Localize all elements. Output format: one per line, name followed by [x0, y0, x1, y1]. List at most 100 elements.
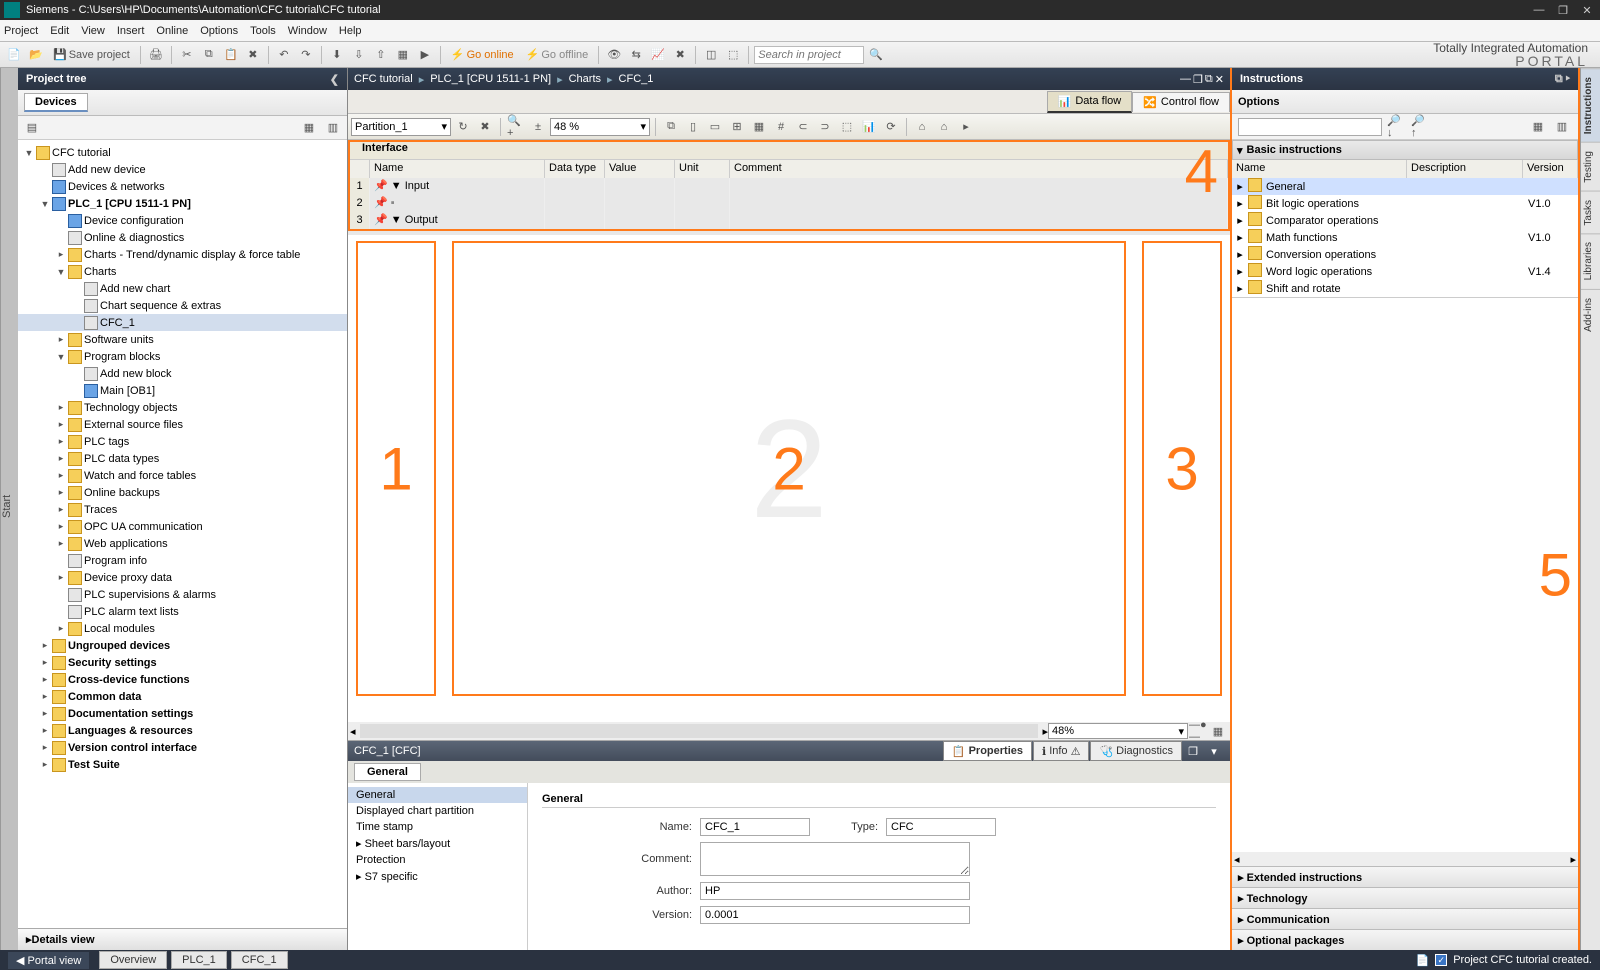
tab-general[interactable]: General	[354, 763, 421, 781]
menu-options[interactable]: Options	[200, 25, 238, 37]
tree-item[interactable]: Online & diagnostics	[18, 229, 347, 246]
accordion-communication[interactable]: ▸ Communication	[1232, 908, 1578, 929]
tree-item[interactable]: ▸ Traces	[18, 501, 347, 518]
compare-icon[interactable]: ⇆	[626, 45, 646, 65]
upload-icon[interactable]: ⇧	[371, 45, 391, 65]
menu-online[interactable]: Online	[156, 25, 188, 37]
monitor-icon[interactable]: 👁	[604, 45, 624, 65]
tree-mode1-icon[interactable]: ▦	[299, 118, 319, 138]
tb-icon[interactable]: ⧉	[661, 117, 681, 137]
tree-item[interactable]: ▼ Program blocks	[18, 348, 347, 365]
zoom-footer-combo[interactable]: 48%▾	[1048, 723, 1188, 739]
bottom-tab[interactable]: CFC_1	[231, 951, 288, 969]
accordion-optional-packages[interactable]: ▸ Optional packages	[1232, 929, 1578, 950]
tree-item[interactable]: ▸ Languages & resources	[18, 722, 347, 739]
instruction-item[interactable]: ▸Word logic operationsV1.4	[1232, 263, 1578, 280]
tree-item[interactable]: ▸ PLC data types	[18, 450, 347, 467]
input-type[interactable]	[886, 818, 996, 836]
instructions-list[interactable]: ▸General▸Bit logic operationsV1.0▸Compar…	[1232, 178, 1578, 298]
tb-icon[interactable]: ⟳	[881, 117, 901, 137]
tree-item[interactable]: Devices & networks	[18, 178, 347, 195]
editor-unpin-icon[interactable]: ⧉	[1205, 73, 1213, 86]
bottom-tab[interactable]: PLC_1	[171, 951, 227, 969]
menu-window[interactable]: Window	[288, 25, 327, 37]
right-sheet-bar[interactable]: 3	[1142, 241, 1222, 696]
input-name[interactable]	[700, 818, 810, 836]
inspector-nav[interactable]: GeneralDisplayed chart partitionTime sta…	[348, 783, 528, 950]
refresh-icon[interactable]: ↻	[453, 117, 473, 137]
nav-item[interactable]: General	[348, 787, 527, 803]
filter-input[interactable]	[1238, 118, 1382, 136]
tree-item[interactable]: ▼ Charts	[18, 263, 347, 280]
search-down-icon[interactable]: 🔎↓	[1386, 117, 1406, 137]
tree-item[interactable]: Add new block	[18, 365, 347, 382]
tree-item[interactable]: Chart sequence & extras	[18, 297, 347, 314]
tree-item[interactable]: Program info	[18, 552, 347, 569]
interface-row[interactable]: 3📌 ▼ Output	[350, 212, 1228, 229]
tab-control-flow[interactable]: 🔀 Control flow	[1132, 92, 1230, 112]
new-project-icon[interactable]: 📄	[4, 45, 24, 65]
menu-tools[interactable]: Tools	[250, 25, 276, 37]
tree-item[interactable]: ▸ Test Suite	[18, 756, 347, 773]
tree-item[interactable]: ▸ Security settings	[18, 654, 347, 671]
tab-info[interactable]: ℹ Info ⚠	[1033, 741, 1089, 761]
tb-icon[interactable]: ⊂	[793, 117, 813, 137]
tree-item[interactable]: Add new chart	[18, 280, 347, 297]
crumb-2[interactable]: Charts	[569, 73, 601, 85]
zoom-in-icon[interactable]: 🔍+	[506, 117, 526, 137]
tree-item[interactable]: CFC_1	[18, 314, 347, 331]
menu-help[interactable]: Help	[339, 25, 362, 37]
go-online-button[interactable]: ⚡ Go online	[446, 45, 519, 65]
portal-view-button[interactable]: ◀ Portal view	[8, 952, 89, 969]
side-tab-testing[interactable]: Testing	[1581, 142, 1600, 191]
run-icon[interactable]: ▶	[415, 45, 435, 65]
tree-item[interactable]: ▼ CFC tutorial	[18, 144, 347, 161]
search-up-icon[interactable]: 🔎↑	[1410, 117, 1430, 137]
close-icon[interactable]: ✕	[1578, 4, 1596, 17]
accordion-technology[interactable]: ▸ Technology	[1232, 887, 1578, 908]
crumb-3[interactable]: CFC_1	[619, 73, 654, 85]
interface-row[interactable]: 1📌 ▼ Input	[350, 178, 1228, 195]
interface-row[interactable]: 2📌 ▪	[350, 195, 1228, 212]
tb-icon[interactable]: ⬚	[837, 117, 857, 137]
scroll-left-icon[interactable]: ◂	[350, 725, 356, 738]
tree-item[interactable]: ▸ Common data	[18, 688, 347, 705]
copy-icon[interactable]: ⧉	[199, 45, 219, 65]
input-comment[interactable]	[700, 842, 970, 876]
zoom-slider-icon[interactable]: —●—	[1188, 721, 1208, 741]
tree-item[interactable]: PLC alarm text lists	[18, 603, 347, 620]
instruction-item[interactable]: ▸General	[1232, 178, 1578, 195]
chart-hscroll[interactable]: ◂ ▸ 48%▾ —●— ▦	[348, 722, 1230, 740]
overview-icon[interactable]: ▦	[1208, 721, 1228, 741]
tree-item[interactable]: ▸ Software units	[18, 331, 347, 348]
cross-ref-icon[interactable]: ✖	[670, 45, 690, 65]
crumb-0[interactable]: CFC tutorial	[354, 73, 413, 85]
tree-item[interactable]: ▸ Local modules	[18, 620, 347, 637]
chart-sheet[interactable]: 22	[452, 241, 1126, 696]
tree-item[interactable]: ▸ OPC UA communication	[18, 518, 347, 535]
open-project-icon[interactable]: 📂	[26, 45, 46, 65]
tb-icon[interactable]: ▯	[683, 117, 703, 137]
section-basic[interactable]: ▾ Basic instructions	[1232, 140, 1578, 160]
partition-combo[interactable]: Partition_1▾	[351, 118, 451, 136]
input-author[interactable]	[700, 882, 970, 900]
side-tab-tasks[interactable]: Tasks	[1581, 191, 1600, 234]
split-icon[interactable]: ◫	[701, 45, 721, 65]
tree-mode2-icon[interactable]: ▥	[323, 118, 343, 138]
tree-item[interactable]: ▸ Online backups	[18, 484, 347, 501]
zoom-combo[interactable]: 48 %▾	[550, 118, 650, 136]
crumb-1[interactable]: PLC_1 [CPU 1511-1 PN]	[430, 73, 551, 85]
instruction-item[interactable]: ▸Shift and rotate	[1232, 280, 1578, 297]
side-tab-instructions[interactable]: Instructions	[1581, 68, 1600, 142]
view2-icon[interactable]: ▥	[1552, 117, 1572, 137]
compile-icon[interactable]: ⬇	[327, 45, 347, 65]
tb-icon[interactable]: 📊	[859, 117, 879, 137]
minimize-icon[interactable]: —	[1530, 4, 1548, 16]
zoom-fit-icon[interactable]: ±	[528, 117, 548, 137]
simulate-icon[interactable]: ▦	[393, 45, 413, 65]
editor-maximize-icon[interactable]: ❐	[1193, 73, 1203, 86]
details-view-bar[interactable]: ▸ Details view	[18, 928, 347, 950]
tree-item[interactable]: ▸ Cross-device functions	[18, 671, 347, 688]
tab-properties[interactable]: 📋 Properties	[943, 741, 1032, 761]
tree-item[interactable]: ▸ Web applications	[18, 535, 347, 552]
